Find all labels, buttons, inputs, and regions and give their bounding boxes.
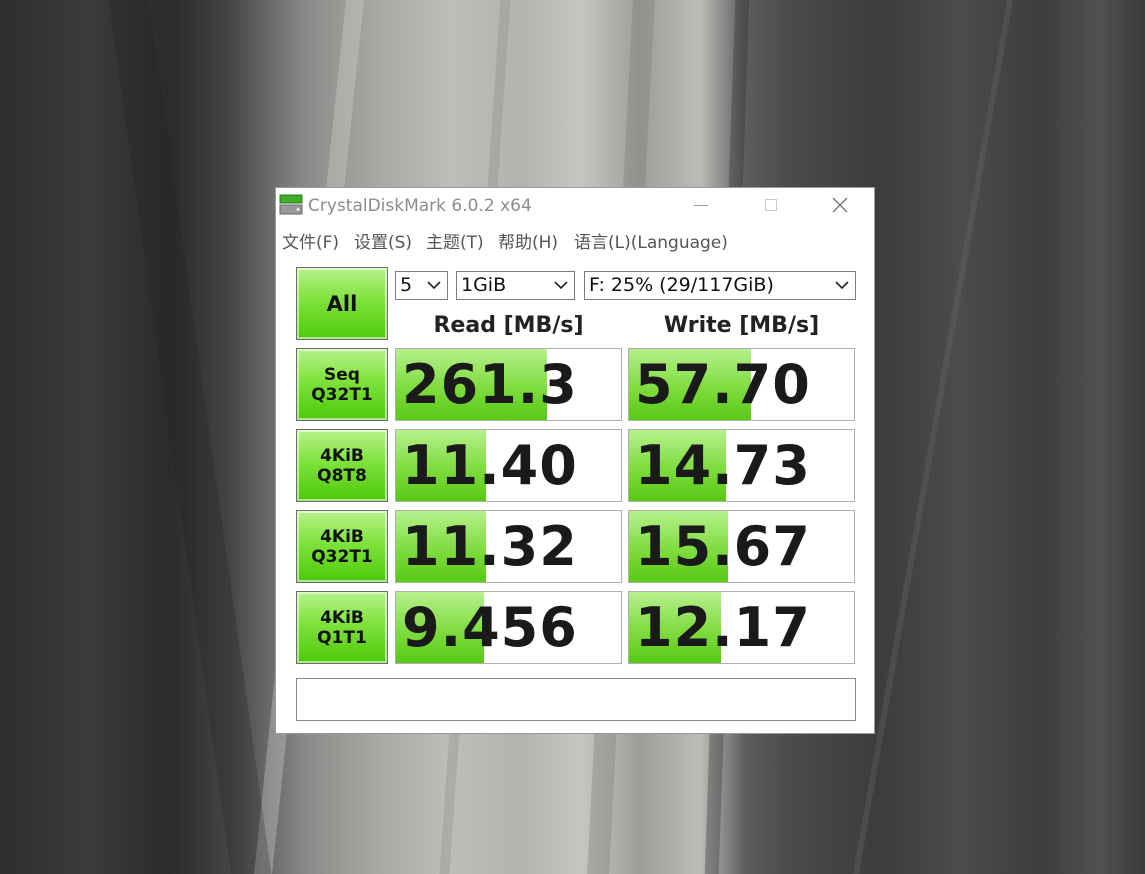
read-result-value: 11.32 [402,515,578,578]
write-header: Write [MB/s] [663,313,820,338]
menu-file[interactable]: 文件(F) [282,228,339,253]
comment-field[interactable] [296,678,856,721]
chevron-down-icon [554,281,568,290]
write-result-value: 15.67 [635,515,811,578]
maximize-button[interactable] [736,188,806,222]
write-result-cell: 15.67 [628,510,855,583]
drive-value: F: 25% (29/117GiB) [589,274,774,296]
test-count-select[interactable]: 5 [395,271,448,300]
write-result-value: 12.17 [635,596,811,659]
test-size-select[interactable]: 1GiB [456,271,575,300]
row-label-line2: Q32T1 [311,546,373,567]
app-window: CrystalDiskMark 6.0.2 x64 文件(F) 设置(S) 主题… [275,187,875,734]
4kib-q32t1-button[interactable]: 4KiB Q32T1 [296,510,388,583]
menu-language[interactable]: 语言(L)(Language) [574,228,728,253]
menu-bar: 文件(F) 设置(S) 主题(T) 帮助(H) 语言(L)(Language) [276,224,874,253]
read-result-cell: 261.3 [395,348,622,421]
4kib-q8t8-button[interactable]: 4KiB Q8T8 [296,429,388,502]
minimize-icon [694,205,708,206]
row-label-line2: Q8T8 [317,465,367,486]
write-result-cell: 12.17 [628,591,855,664]
row-label-line1: 4KiB [320,526,364,547]
row-label-line1: 4KiB [320,607,364,628]
row-label-line1: Seq [324,364,360,385]
chevron-down-icon [427,281,441,290]
read-result-value: 11.40 [402,434,578,497]
window-title: CrystalDiskMark 6.0.2 x64 [308,196,532,216]
read-result-value: 9.456 [402,596,578,659]
maximize-icon [765,199,777,211]
menu-help[interactable]: 帮助(H) [498,228,558,253]
seq-q32t1-button[interactable]: Seq Q32T1 [296,348,388,421]
minimize-button[interactable] [666,188,736,222]
close-button[interactable] [805,188,875,222]
all-button[interactable]: All [296,267,388,340]
menu-settings[interactable]: 设置(S) [354,228,412,253]
row-label-line2: Q32T1 [311,384,373,405]
read-result-cell: 11.40 [395,429,622,502]
read-result-value: 261.3 [402,353,578,416]
row-label-line2: Q1T1 [317,627,367,648]
test-count-value: 5 [400,274,413,296]
disk-icon [279,194,303,215]
read-result-cell: 11.32 [395,510,622,583]
write-result-value: 14.73 [635,434,811,497]
write-result-cell: 57.70 [628,348,855,421]
benchmark-panel: All 5 1GiB F: 25% (29/117GiB) Read [MB/s… [276,252,874,733]
4kib-q1t1-button[interactable]: 4KiB Q1T1 [296,591,388,664]
row-label-line1: 4KiB [320,445,364,466]
read-header: Read [MB/s] [433,313,584,338]
drive-select[interactable]: F: 25% (29/117GiB) [584,271,856,300]
read-result-cell: 9.456 [395,591,622,664]
write-result-cell: 14.73 [628,429,855,502]
write-result-value: 57.70 [635,353,811,416]
menu-theme[interactable]: 主题(T) [426,228,484,253]
close-icon [832,197,848,213]
test-size-value: 1GiB [461,274,507,296]
chevron-down-icon [835,281,849,290]
title-bar[interactable]: CrystalDiskMark 6.0.2 x64 [276,188,874,222]
all-button-label: All [326,291,358,316]
